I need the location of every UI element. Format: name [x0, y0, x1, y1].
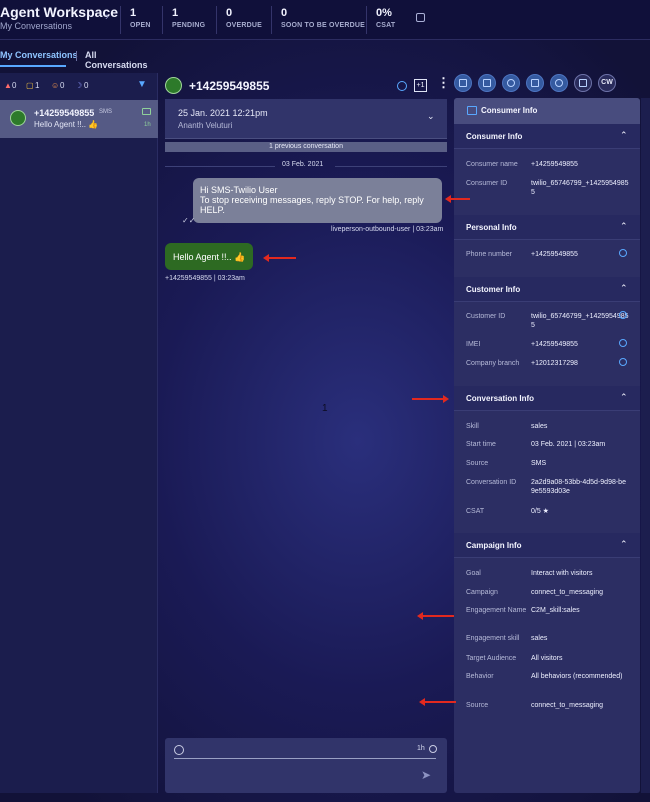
stat-csat[interactable]: 0% CSAT [366, 6, 406, 34]
conversation-item[interactable]: +14259549855 SMS Hello Agent !!.. 👍 1h [0, 100, 158, 138]
date-separator-line [165, 166, 275, 167]
filter-bar: ▲ 0 ▢ 1 ☺ 0 ☽ 0 ▼ [0, 79, 158, 95]
tab-underline [0, 65, 66, 67]
chat-consumer-number: +14259549855 [189, 79, 270, 93]
plus-badge[interactable]: +1 [414, 79, 427, 92]
annotation-arrow [263, 254, 296, 262]
section-consumer-info[interactable]: Consumer Info ⌃ [454, 124, 640, 149]
stat-pending[interactable]: 1 PENDING [162, 6, 216, 34]
compose-timer: 1h [417, 745, 425, 752]
stat-open[interactable]: 1 OPEN [120, 6, 162, 34]
date-separator-text: 03 Feb. 2021 [282, 161, 324, 168]
chat-header: +14259549855 +1 ⋮ [165, 73, 450, 97]
chat-center-text: 1 [322, 403, 328, 414]
clipboard-button[interactable] [574, 74, 592, 92]
annotation-arrow [419, 698, 456, 706]
incoming-message: Hi SMS-Twilio User To stop receiving mes… [193, 178, 442, 223]
avatar [165, 77, 182, 94]
history-button[interactable] [550, 74, 568, 92]
conversation-tabs: My Conversations All Conversations [0, 44, 160, 70]
tab-divider [76, 51, 77, 61]
bell-icon[interactable]: ▲ [4, 81, 12, 90]
app-title: Agent Workspace [0, 4, 118, 20]
previous-conversation-bar[interactable]: 1 previous conversation [165, 142, 447, 152]
consumer-info-button[interactable] [454, 74, 472, 92]
compass-button[interactable] [502, 74, 520, 92]
date-separator: 03 Feb. 2021 [165, 160, 447, 172]
more-vertical-icon[interactable]: ⋮ [437, 76, 450, 89]
consumer-info-panel: Consumer Info Consumer Info ⌃ Consumer n… [454, 98, 640, 793]
filter-messages-count: 1 [35, 81, 40, 90]
annotation-arrow [412, 395, 449, 403]
consumer-info-icon [467, 106, 477, 115]
conversation-age: 1h [144, 122, 151, 128]
message-icon[interactable]: ▢ [26, 81, 34, 90]
chevron-up-icon[interactable]: ⌃ [620, 130, 628, 141]
stat-soon-overdue[interactable]: 0 SOON TO BE OVERDUE [271, 6, 366, 34]
verified-icon [619, 339, 627, 347]
send-icon[interactable]: ➤ [421, 768, 431, 782]
edit-button[interactable] [526, 74, 544, 92]
chevron-down-icon[interactable]: ⌄ [427, 111, 435, 122]
chevron-right-icon[interactable]: › [105, 11, 109, 23]
tab-all-conversations[interactable]: All Conversations [85, 50, 160, 70]
chevron-up-icon[interactable]: ⌃ [620, 539, 628, 550]
read-receipt-icon: ✓✓ [182, 216, 196, 225]
section-campaign-info[interactable]: Campaign Info ⌃ [454, 533, 640, 558]
section-customer-info[interactable]: Customer Info ⌃ [454, 277, 640, 302]
incoming-message-line: Hi SMS-Twilio User [200, 185, 278, 195]
conversation-preview: Hello Agent !!.. 👍 [34, 120, 99, 129]
workspace-title: Agent Workspace My Conversations [0, 4, 118, 32]
chevron-up-icon[interactable]: ⌃ [620, 283, 628, 294]
chevron-up-icon[interactable]: ⌃ [620, 221, 628, 232]
compose-divider [174, 758, 436, 759]
previous-conversation-card[interactable]: 25 Jan. 2021 12:21pm Ananth Veluturi ⌄ [165, 99, 447, 139]
conversation-number: +14259549855 [34, 108, 95, 118]
check-circle-icon[interactable] [397, 81, 407, 91]
agent-workspace: Agent Workspace My Conversations › 1 OPE… [0, 0, 650, 802]
annotation-arrow [417, 612, 454, 620]
verified-icon [619, 249, 627, 257]
chevron-up-icon[interactable]: ⌃ [620, 392, 628, 403]
chat-icon [142, 108, 151, 115]
date-separator-line [335, 166, 447, 167]
incoming-message-meta: liveperson-outbound-user | 03:23am [331, 226, 444, 233]
emoji-icon[interactable] [174, 745, 184, 755]
person-icon[interactable]: ☺ [51, 81, 59, 90]
filter-moon-count: 0 [84, 81, 89, 90]
cw-button[interactable]: CW [598, 74, 616, 92]
moon-icon[interactable]: ☽ [75, 81, 82, 90]
consumer-info-title: Consumer Info [481, 106, 538, 115]
conversation-source: SMS [99, 109, 113, 115]
consumer-info-header: Consumer Info [454, 98, 640, 124]
stat-overdue[interactable]: 0 OVERDUE [216, 6, 271, 34]
right-toolbar: CW [454, 74, 616, 94]
avatar [10, 110, 26, 126]
filter-icon[interactable]: ▼ [137, 79, 147, 90]
annotation-arrow [445, 195, 470, 203]
previous-conversation-agent: Ananth Veluturi [178, 121, 233, 130]
previous-conversation-date: 25 Jan. 2021 12:21pm [178, 108, 268, 118]
incoming-message-line: To stop receiving messages, reply STOP. … [200, 195, 424, 205]
info-icon[interactable] [416, 13, 425, 22]
top-bar: Agent Workspace My Conversations › 1 OPE… [0, 0, 650, 40]
incoming-message-line: HELP. [200, 205, 225, 215]
verified-icon [619, 311, 627, 319]
compose-area[interactable]: 1h ➤ [165, 738, 447, 793]
outgoing-message-meta: +14259549855 | 03:23am [165, 275, 245, 282]
tab-my-conversations[interactable]: My Conversations [0, 50, 78, 60]
section-conversation-info[interactable]: Conversation Info ⌃ [454, 386, 640, 411]
outgoing-message: Hello Agent !!.. 👍 [165, 243, 253, 270]
filter-people-count: 0 [60, 81, 65, 90]
clock-icon[interactable] [429, 745, 437, 753]
outgoing-message-text: Hello Agent !!.. 👍 [173, 252, 246, 262]
chat-panel: +14259549855 +1 ⋮ 25 Jan. 2021 12:21pm A… [165, 73, 450, 793]
app-subtitle: My Conversations [0, 21, 73, 31]
filter-alerts-count: 0 [12, 81, 17, 90]
widget-button[interactable] [478, 74, 496, 92]
right-edge-panel [641, 98, 650, 793]
conversation-list-panel: ▲ 0 ▢ 1 ☺ 0 ☽ 0 ▼ +14259549855 SMS Hello… [0, 73, 158, 793]
verified-icon [619, 358, 627, 366]
section-personal-info[interactable]: Personal Info ⌃ [454, 215, 640, 240]
